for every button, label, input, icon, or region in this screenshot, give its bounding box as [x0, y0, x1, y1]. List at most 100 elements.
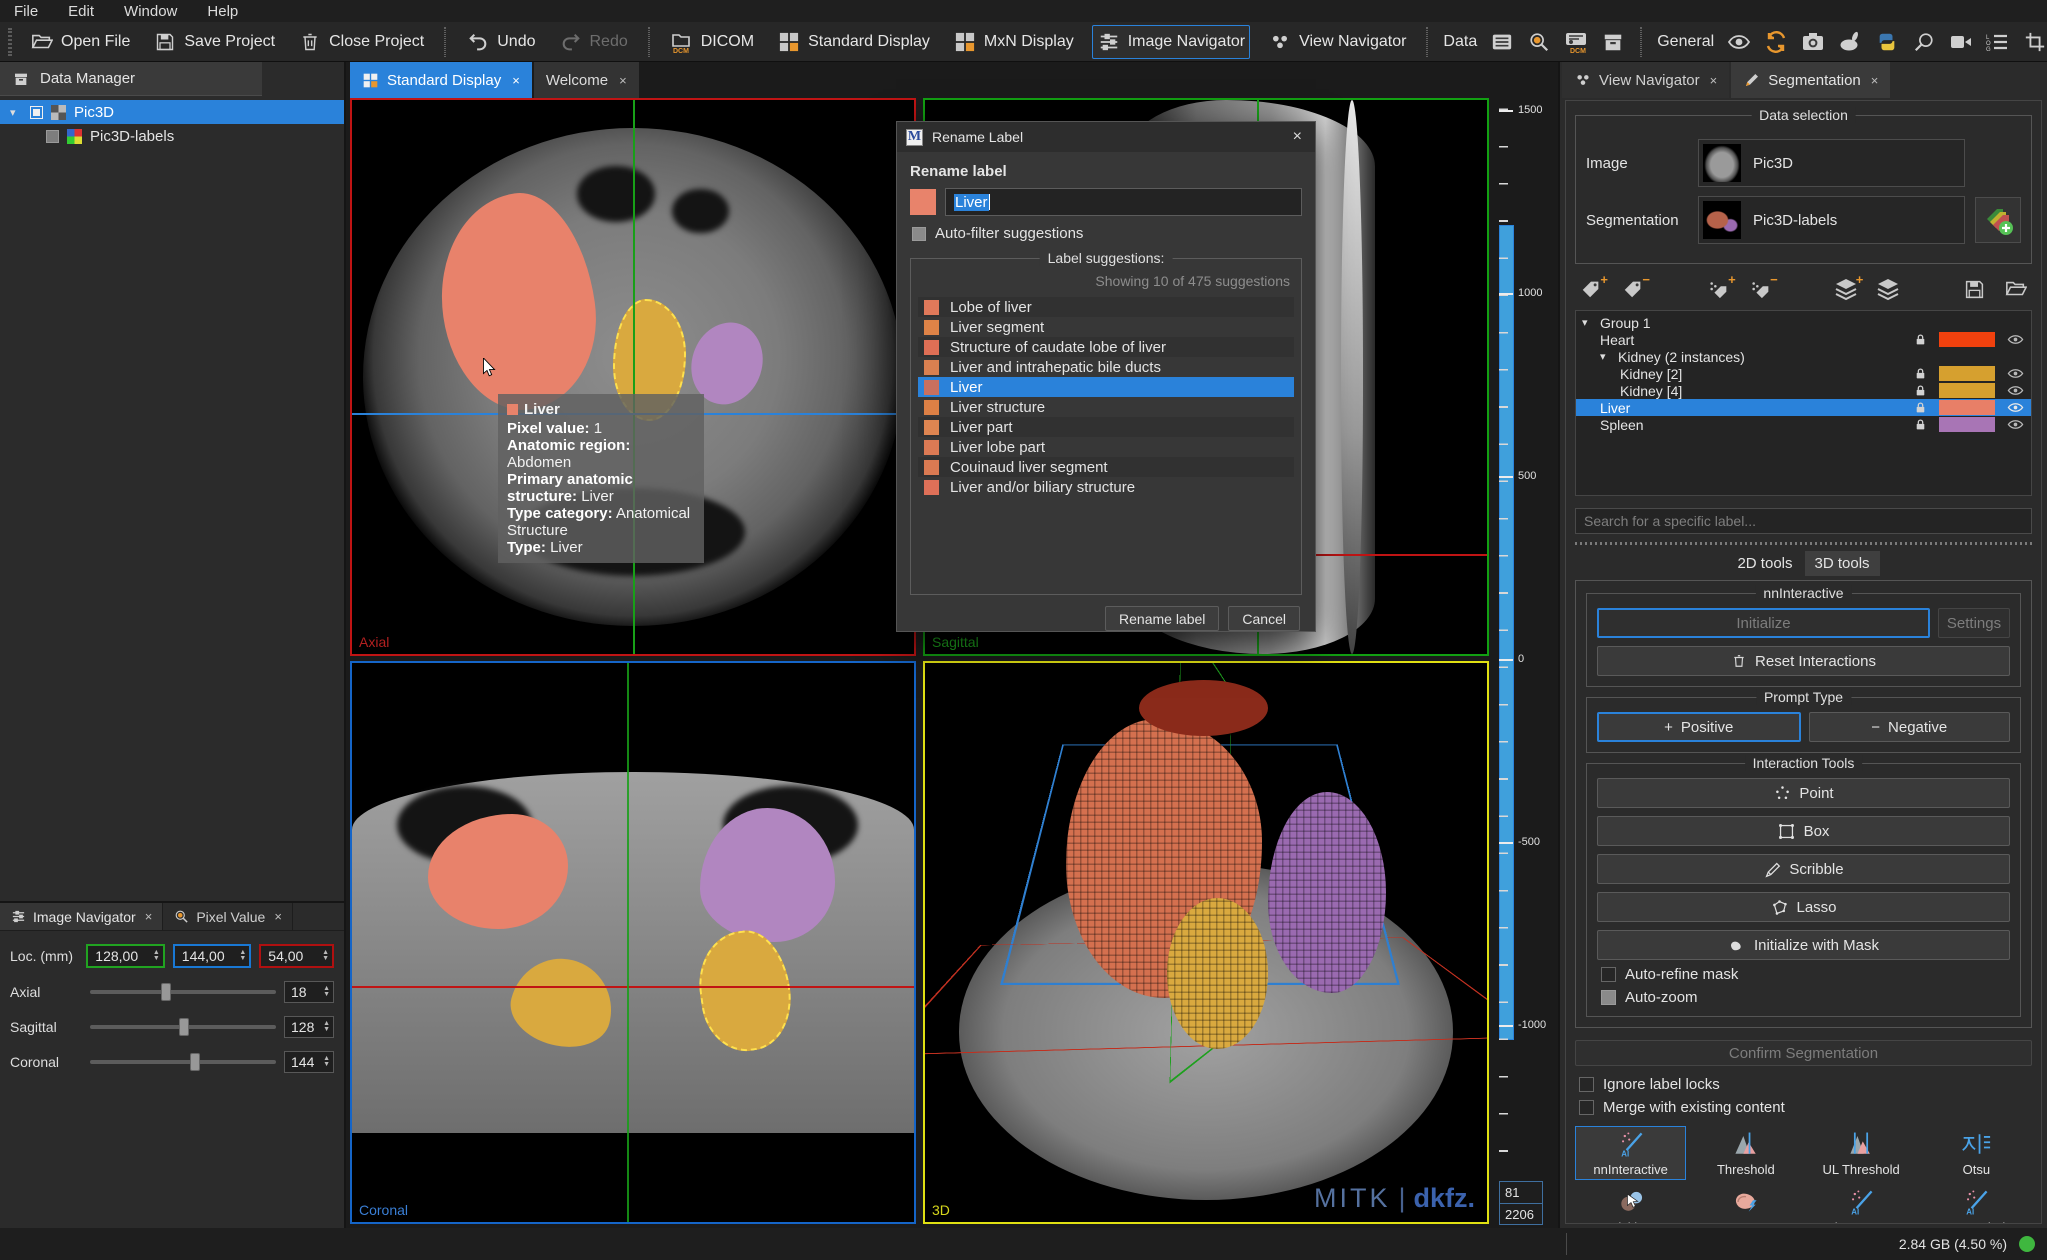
confirm-segmentation-button[interactable]: Confirm Segmentation: [1575, 1040, 2032, 1066]
sagittal-slider[interactable]: [90, 1025, 276, 1029]
save-labels-button[interactable]: [1960, 276, 1988, 302]
remove-label-button[interactable]: −: [1619, 276, 1647, 302]
tool-growcut[interactable]: GrowCut: [1690, 1184, 1801, 1224]
suggestion-item[interactable]: Couinaud liver segment: [918, 457, 1294, 477]
suggestion-item[interactable]: Liver and/or biliary structure: [918, 477, 1294, 497]
tab-view-navigator[interactable]: View Navigator ×: [1562, 62, 1729, 98]
eye-icon[interactable]: [1727, 30, 1751, 54]
expander-icon[interactable]: ▾: [10, 106, 22, 119]
spin-arrows-icon[interactable]: ▲▼: [323, 1021, 330, 1033]
window-value-field[interactable]: 2206: [1500, 1203, 1542, 1224]
lock-icon[interactable]: [1911, 400, 1929, 415]
new-segmentation-button[interactable]: [1975, 197, 2021, 243]
suggestion-item[interactable]: Liver structure: [918, 397, 1294, 417]
lock-icon[interactable]: [1911, 417, 1929, 432]
ignore-label-locks-checkbox[interactable]: [1579, 1077, 1594, 1092]
sagittal-value-spinbox[interactable]: 128▲▼: [284, 1016, 334, 1038]
suggestion-item[interactable]: Liver segment: [918, 317, 1294, 337]
screenshot-camera-icon[interactable]: [1801, 30, 1825, 54]
label-row-liver[interactable]: Liver: [1576, 399, 2031, 416]
eye-icon[interactable]: [2005, 400, 2025, 415]
label-color-swatch[interactable]: [1939, 383, 1995, 398]
tab-welcome[interactable]: Welcome ×: [534, 62, 639, 98]
data-list-icon[interactable]: [1490, 30, 1514, 54]
dicom-button[interactable]: DCM DICOM: [665, 25, 759, 59]
view-navigator-button[interactable]: View Navigator: [1263, 25, 1411, 59]
suggestion-item[interactable]: Liver and intrahepatic bile ducts: [918, 357, 1294, 377]
label-color-swatch[interactable]: [1939, 366, 1995, 381]
close-icon[interactable]: ×: [1710, 73, 1718, 88]
standard-display-button[interactable]: Standard Display: [772, 25, 935, 59]
axial-slider[interactable]: [90, 990, 276, 994]
tool-monai-label-3d[interactable]: AI MONAI Label 3D: [1921, 1184, 2032, 1224]
label-row-spleen[interactable]: Spleen: [1576, 416, 2031, 433]
python-console-icon[interactable]: [1875, 30, 1899, 54]
label-row-kidney4[interactable]: Kidney [4]: [1576, 382, 2031, 399]
menu-edit[interactable]: Edit: [68, 3, 94, 20]
data-manager-tab[interactable]: Data Manager: [0, 62, 262, 96]
visibility-checkbox[interactable]: [46, 130, 59, 143]
auto-zoom-checkbox[interactable]: [1601, 990, 1616, 1005]
log-console-icon[interactable]: LOG: [1986, 30, 2010, 54]
tab-standard-display[interactable]: Standard Display ×: [350, 62, 532, 98]
coronal-slider[interactable]: [90, 1060, 276, 1064]
expander-icon[interactable]: ▾: [1600, 350, 1612, 363]
visibility-checkbox[interactable]: [30, 106, 43, 119]
lock-icon[interactable]: [1911, 366, 1929, 381]
data-node-pic3d[interactable]: ▾ Pic3D: [0, 100, 344, 124]
tab-pixel-value[interactable]: Pixel Value ×: [163, 903, 293, 930]
spin-arrows-icon[interactable]: ▲▼: [239, 950, 246, 962]
suggestion-item[interactable]: Liver part: [918, 417, 1294, 437]
rename-label-button[interactable]: Rename label: [1105, 606, 1219, 631]
label-row-heart[interactable]: Heart: [1576, 331, 2031, 348]
tab-image-navigator[interactable]: Image Navigator ×: [0, 903, 163, 930]
loc-z-spinbox[interactable]: 54,00▲▼: [259, 944, 334, 968]
tool-picking[interactable]: Picking: [1575, 1184, 1686, 1224]
eye-icon[interactable]: [2005, 332, 2025, 347]
label-search-input[interactable]: [1575, 508, 2032, 534]
tab-segmentation[interactable]: Segmentation ×: [1731, 62, 1890, 98]
scribble-tool-button[interactable]: Scribble: [1597, 854, 2010, 884]
spin-arrows-icon[interactable]: ▲▼: [322, 950, 329, 962]
spin-arrows-icon[interactable]: ▲▼: [153, 950, 160, 962]
tool-totalsegmentator[interactable]: AI TotalSegmentator: [1806, 1184, 1917, 1224]
tab-3d-tools[interactable]: 3D tools: [1805, 551, 1880, 576]
video-record-icon[interactable]: [1949, 30, 1973, 54]
tool-otsu[interactable]: Otsu: [1921, 1126, 2032, 1180]
negative-prompt-button[interactable]: −Negative: [1809, 712, 2011, 742]
axial-value-spinbox[interactable]: 18▲▼: [284, 981, 334, 1003]
settings-button[interactable]: Settings: [1938, 608, 2010, 638]
menu-window[interactable]: Window: [124, 3, 177, 20]
archive-box-icon[interactable]: [1601, 30, 1625, 54]
slider-handle[interactable]: [190, 1053, 200, 1071]
close-icon[interactable]: ×: [145, 909, 153, 924]
slider-handle[interactable]: [179, 1018, 189, 1036]
box-tool-button[interactable]: Box: [1597, 816, 2010, 846]
label-color-swatch[interactable]: [910, 189, 936, 215]
label-name-input[interactable]: Liver: [945, 188, 1302, 216]
crop-icon[interactable]: [2023, 30, 2047, 54]
point-tool-button[interactable]: Point: [1597, 778, 2010, 808]
suggestion-item[interactable]: Liver lobe part: [918, 437, 1294, 457]
initialize-with-mask-button[interactable]: Initialize with Mask: [1597, 930, 2010, 960]
lock-icon[interactable]: [1911, 383, 1929, 398]
add-label-button[interactable]: +: [1577, 276, 1605, 302]
close-icon[interactable]: ×: [1289, 128, 1306, 146]
loc-y-spinbox[interactable]: 144,00▲▼: [173, 944, 252, 968]
eye-icon[interactable]: [2005, 383, 2025, 398]
positive-prompt-button[interactable]: +Positive: [1597, 712, 1801, 742]
dialog-title-bar[interactable]: M Rename Label ×: [897, 122, 1315, 152]
open-file-button[interactable]: Open File: [25, 25, 135, 59]
label-color-swatch[interactable]: [1939, 332, 1995, 347]
label-group-row-kidney[interactable]: ▾ Kidney (2 instances): [1576, 348, 2031, 365]
menu-help[interactable]: Help: [207, 3, 238, 20]
data-node-pic3d-labels[interactable]: Pic3D-labels: [0, 124, 344, 148]
redo-button[interactable]: Redo: [554, 25, 633, 59]
axial-crosshair-line[interactable]: [352, 986, 914, 988]
label-color-swatch[interactable]: [1939, 417, 1995, 432]
panel-splitter-handle[interactable]: [1575, 542, 2032, 545]
coronal-viewport[interactable]: Coronal: [350, 661, 916, 1224]
close-icon[interactable]: ×: [274, 909, 282, 924]
slider-handle[interactable]: [161, 983, 171, 1001]
rabbit-speed-icon[interactable]: [1838, 30, 1862, 54]
